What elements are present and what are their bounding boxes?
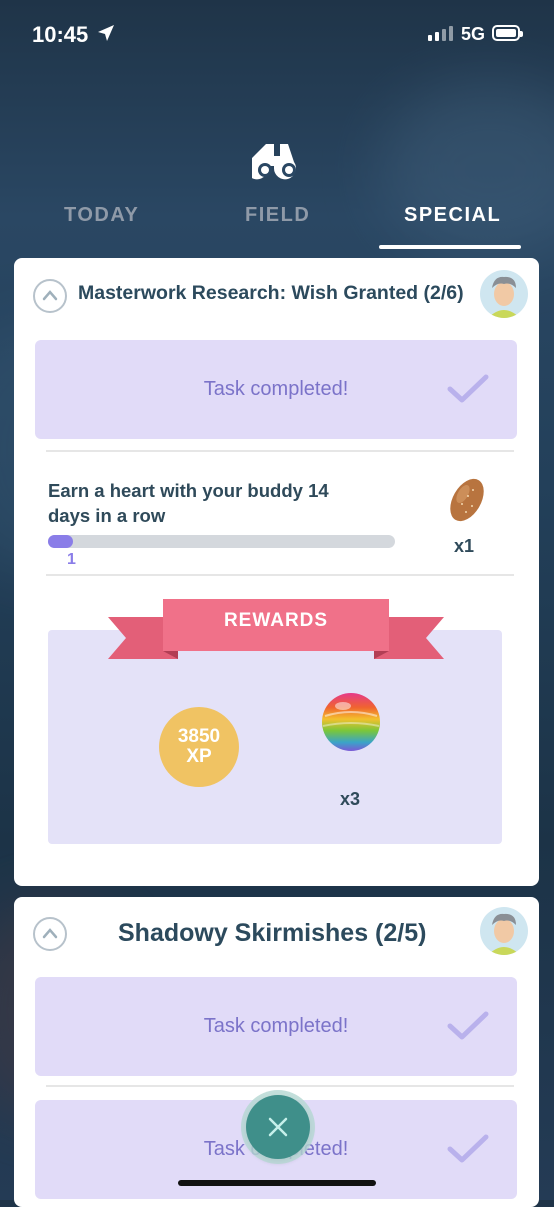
divider <box>46 574 514 576</box>
chevron-up-icon <box>42 928 58 939</box>
professor-willow-avatar <box>480 270 528 318</box>
task-progress-fill <box>48 535 73 548</box>
divider <box>46 1085 514 1087</box>
xp-unit: XP <box>186 746 212 767</box>
rare-candy-icon <box>321 692 381 752</box>
binoculars-icon <box>252 144 296 180</box>
tab-field[interactable]: FIELD <box>245 204 310 227</box>
golden-razz-berry-icon <box>450 478 484 522</box>
completed-task: Task completed! <box>35 340 517 439</box>
completed-task: Task completed! <box>35 977 517 1076</box>
tab-special[interactable]: SPECIAL <box>404 204 501 227</box>
status-bar: 10:45 5G <box>0 0 554 70</box>
task-completed-label: Task completed! <box>203 1015 349 1037</box>
task-progress-bar <box>48 535 395 548</box>
research-title: Masterwork Research: Wish Granted (2/6) <box>78 282 464 304</box>
close-button[interactable] <box>246 1095 310 1159</box>
xp-reward-icon: 3850 XP <box>159 707 239 787</box>
chevron-up-icon <box>42 290 58 301</box>
status-time: 10:45 <box>32 22 89 47</box>
checkmark-icon <box>447 374 489 403</box>
xp-amount: 3850 <box>177 726 221 747</box>
collapse-button[interactable] <box>33 279 67 313</box>
research-card-wish-granted: Masterwork Research: Wish Granted (2/6) … <box>14 258 539 886</box>
checkmark-icon <box>447 1011 489 1040</box>
task-completed-label: Task completed! <box>203 378 349 400</box>
tab-today[interactable]: TODAY <box>64 204 139 227</box>
research-card-shadowy-skirmishes: Shadowy Skirmishes (2/5) Task completed!… <box>14 897 539 1207</box>
candy-reward-quantity: x3 <box>340 789 361 809</box>
task-description: Earn a heart with your buddy 14 days in … <box>48 480 329 526</box>
research-title: Shadowy Skirmishes (2/5) <box>118 919 427 947</box>
research-tabs: TODAY FIELD SPECIAL <box>0 200 554 252</box>
signal-strength-icon <box>428 26 453 41</box>
rewards-banner-label: REWARDS <box>223 610 329 631</box>
checkmark-icon <box>447 1134 489 1163</box>
close-icon <box>268 1117 288 1137</box>
professor-willow-avatar <box>480 907 528 955</box>
battery-icon <box>492 25 523 41</box>
task-progress-value: 1 <box>67 551 76 568</box>
location-arrow-icon <box>98 25 114 41</box>
active-tab-indicator <box>379 245 521 249</box>
home-indicator[interactable] <box>178 1180 376 1186</box>
divider <box>46 450 514 452</box>
network-type: 5G <box>461 24 486 44</box>
task-reward-quantity: x1 <box>454 536 475 556</box>
collapse-button[interactable] <box>33 917 67 951</box>
